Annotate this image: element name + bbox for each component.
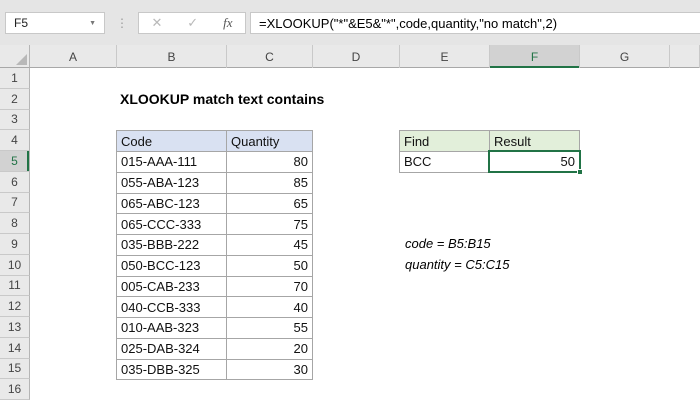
name-box-dropdown-icon[interactable]: ▼ xyxy=(89,20,104,27)
annotation-code-range[interactable]: code = B5:B15 xyxy=(405,234,491,255)
code-quantity-table: CodeQuantity015-AAA-11180055-ABA-1238506… xyxy=(116,130,313,380)
formula-bar-row: F5 ▼ ⋮ ✕ ✓ fx =XLOOKUP("*"&E5&"*",code,q… xyxy=(0,0,700,45)
row-header-9[interactable]: 9 xyxy=(0,234,30,255)
annotation-quantity-range[interactable]: quantity = C5:C15 xyxy=(405,255,509,276)
selected-cell-border[interactable] xyxy=(488,150,581,173)
column-header-G[interactable]: G xyxy=(580,45,670,68)
find-table-header-cell[interactable]: Find xyxy=(400,131,490,152)
enter-icon[interactable]: ✓ xyxy=(187,15,198,31)
row-header-5[interactable]: 5 xyxy=(0,151,30,172)
code-table-cell[interactable]: 035-BBB-222 xyxy=(117,235,227,256)
name-box-value: F5 xyxy=(6,16,89,30)
formula-input[interactable]: =XLOOKUP("*"&E5&"*",code,quantity,"no ma… xyxy=(250,12,700,34)
row-header-13[interactable]: 13 xyxy=(0,317,30,338)
code-table-row: 040-CCB-33340 xyxy=(117,297,313,318)
separator-dots-icon: ⋮ xyxy=(116,12,128,34)
row-header-3[interactable]: 3 xyxy=(0,110,30,131)
code-table-cell[interactable]: 010-AAB-323 xyxy=(117,318,227,339)
insert-function-icon[interactable]: fx xyxy=(223,15,232,31)
code-table-row: 065-CCC-33375 xyxy=(117,214,313,235)
code-table-cell[interactable]: 30 xyxy=(227,359,313,380)
code-table-cell[interactable]: 80 xyxy=(227,152,313,173)
code-table-header-row: CodeQuantity xyxy=(117,131,313,152)
code-table-cell[interactable]: 025-DAB-324 xyxy=(117,338,227,359)
code-table-cell[interactable]: 015-AAA-111 xyxy=(117,152,227,173)
code-table-row: 025-DAB-32420 xyxy=(117,338,313,359)
find-table-header-row: FindResult xyxy=(400,131,580,152)
row-header-8[interactable]: 8 xyxy=(0,213,30,234)
select-all-corner[interactable] xyxy=(0,45,30,68)
code-table-row: 065-ABC-12365 xyxy=(117,193,313,214)
column-headers: ABCDEFG xyxy=(30,45,700,68)
fill-handle[interactable] xyxy=(577,169,583,175)
code-table-cell[interactable]: 20 xyxy=(227,338,313,359)
name-box[interactable]: F5 ▼ xyxy=(5,12,105,34)
row-header-15[interactable]: 15 xyxy=(0,359,30,380)
code-table-cell[interactable]: 065-ABC-123 xyxy=(117,193,227,214)
row-header-2[interactable]: 2 xyxy=(0,89,30,110)
code-table-cell[interactable]: 50 xyxy=(227,255,313,276)
code-table-cell[interactable]: 035-DBB-325 xyxy=(117,359,227,380)
row-header-16[interactable]: 16 xyxy=(0,379,30,400)
row-header-11[interactable]: 11 xyxy=(0,276,30,297)
code-table-cell[interactable]: 85 xyxy=(227,172,313,193)
excel-window: F5 ▼ ⋮ ✕ ✓ fx =XLOOKUP("*"&E5&"*",code,q… xyxy=(0,0,700,400)
code-table-header-cell[interactable]: Code xyxy=(117,131,227,152)
row-headers: 12345678910111213141516 xyxy=(0,68,30,400)
find-table-header-cell[interactable]: Result xyxy=(490,131,580,152)
code-table-row: 055-ABA-12385 xyxy=(117,172,313,193)
column-header-partial[interactable] xyxy=(670,45,700,68)
row-header-10[interactable]: 10 xyxy=(0,255,30,276)
code-table-cell[interactable]: 065-CCC-333 xyxy=(117,214,227,235)
column-header-D[interactable]: D xyxy=(313,45,400,68)
code-table-row: 035-DBB-32530 xyxy=(117,359,313,380)
code-table-cell[interactable]: 45 xyxy=(227,235,313,256)
row-header-1[interactable]: 1 xyxy=(0,68,30,89)
code-table-cell[interactable]: 40 xyxy=(227,297,313,318)
code-table-row: 015-AAA-11180 xyxy=(117,152,313,173)
row-header-14[interactable]: 14 xyxy=(0,338,30,359)
cancel-icon[interactable]: ✕ xyxy=(151,15,162,31)
row-header-6[interactable]: 6 xyxy=(0,172,30,193)
row-header-7[interactable]: 7 xyxy=(0,193,30,214)
code-table-cell[interactable]: 005-CAB-233 xyxy=(117,276,227,297)
code-table-cell[interactable]: 040-CCB-333 xyxy=(117,297,227,318)
column-header-A[interactable]: A xyxy=(30,45,117,68)
code-table-row: 005-CAB-23370 xyxy=(117,276,313,297)
code-table-header-cell[interactable]: Quantity xyxy=(227,131,313,152)
code-table-cell[interactable]: 75 xyxy=(227,214,313,235)
row-header-4[interactable]: 4 xyxy=(0,130,30,151)
code-table-row: 050-BCC-12350 xyxy=(117,255,313,276)
code-table-cell[interactable]: 65 xyxy=(227,193,313,214)
column-header-C[interactable]: C xyxy=(227,45,313,68)
code-table-cell[interactable]: 70 xyxy=(227,276,313,297)
column-header-F[interactable]: F xyxy=(490,45,580,68)
code-table-cell[interactable]: 050-BCC-123 xyxy=(117,255,227,276)
spreadsheet-grid: ABCDEFG 12345678910111213141516 XLOOKUP … xyxy=(0,45,700,400)
code-table-cell[interactable]: 055-ABA-123 xyxy=(117,172,227,193)
column-header-B[interactable]: B xyxy=(117,45,227,68)
code-table-row: 010-AAB-32355 xyxy=(117,318,313,339)
select-all-triangle-icon xyxy=(16,54,27,65)
column-header-E[interactable]: E xyxy=(400,45,490,68)
formula-bar-buttons: ✕ ✓ fx xyxy=(138,12,246,34)
grid-body[interactable]: XLOOKUP match text contains CodeQuantity… xyxy=(30,68,700,400)
sheet-title[interactable]: XLOOKUP match text contains xyxy=(120,89,324,110)
code-table-cell[interactable]: 55 xyxy=(227,318,313,339)
row-header-12[interactable]: 12 xyxy=(0,296,30,317)
code-table-row: 035-BBB-22245 xyxy=(117,235,313,256)
find-table-cell[interactable]: BCC xyxy=(400,152,490,173)
